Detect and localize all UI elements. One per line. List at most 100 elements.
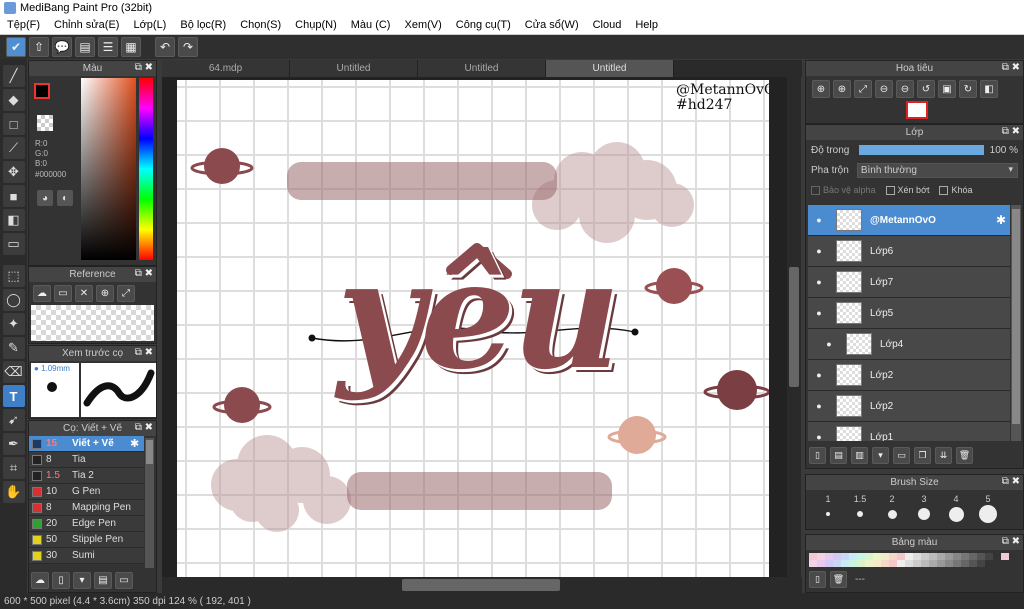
eraser-tool-icon[interactable]: ◆ <box>2 89 25 111</box>
color-settings-icon[interactable]: ◐ <box>57 190 73 206</box>
palette-swatch[interactable] <box>985 553 993 560</box>
blend-mode-select[interactable]: Bình thường ▾ <box>856 162 1018 178</box>
select-eraser-tool-icon[interactable]: ⌫ <box>2 361 25 383</box>
palette-swatch[interactable] <box>945 553 953 560</box>
palette-swatch[interactable] <box>865 553 873 560</box>
cloud-brush-icon[interactable]: ☁ <box>31 572 49 589</box>
eyedropper-tool-icon[interactable]: ⌗ <box>2 457 25 479</box>
merge-layer-icon[interactable]: ⇊ <box>935 447 952 464</box>
operation-tool-icon[interactable]: ➹ <box>2 409 25 431</box>
palette-swatch[interactable] <box>929 553 937 560</box>
palette-swatch[interactable] <box>889 560 897 567</box>
palette-swatch[interactable] <box>833 553 841 560</box>
menu-file[interactable]: Tệp(F) <box>0 19 47 31</box>
palette-swatch[interactable] <box>977 560 985 567</box>
palette-swatch[interactable] <box>817 560 825 567</box>
visibility-eye-icon[interactable]: ● <box>812 277 826 287</box>
cloud-download-icon[interactable]: ☁ <box>33 285 51 302</box>
new-halftone-layer-icon[interactable]: ▤ <box>830 447 847 464</box>
layer-row[interactable]: ● Lớp4 <box>808 329 1010 360</box>
new-8bit-layer-icon[interactable]: ▥ <box>851 447 868 464</box>
size-option-4[interactable] <box>940 506 972 522</box>
clip-checkbox[interactable]: Xén bớt <box>885 185 929 195</box>
move-tool-icon[interactable]: ✥ <box>2 161 25 183</box>
panel-close-icon[interactable]: ⧉ ✖ <box>1002 62 1020 73</box>
palette-swatch[interactable] <box>945 560 953 567</box>
foreground-color-swatch[interactable] <box>34 83 50 99</box>
palette-swatch[interactable] <box>881 560 889 567</box>
palette-swatch[interactable] <box>921 560 929 567</box>
magic-wand-tool-icon[interactable]: ✦ <box>2 313 25 335</box>
palette-swatch[interactable] <box>889 553 897 560</box>
palette-swatch[interactable] <box>825 553 833 560</box>
palette-swatch[interactable] <box>929 560 937 567</box>
add-layer-menu-icon[interactable]: ▾ <box>872 447 889 464</box>
new-folder-icon[interactable]: ▭ <box>893 447 910 464</box>
layer-row[interactable]: ● Lớp2 <box>808 360 1010 391</box>
palette-swatch[interactable] <box>905 553 913 560</box>
redo-icon[interactable]: ↷ <box>178 37 198 57</box>
layer-row[interactable]: ● Lớp2 <box>808 391 1010 422</box>
actual-size-icon[interactable]: ▣ <box>938 80 956 98</box>
palette-swatch[interactable] <box>961 553 969 560</box>
tab-untitled-2[interactable]: Untitled <box>418 60 546 77</box>
protect-alpha-checkbox[interactable]: Bảo vệ alpha <box>811 185 876 195</box>
panel-close-icon[interactable]: ⧉ ✖ <box>135 62 153 73</box>
palette-swatch[interactable] <box>809 560 817 567</box>
brush-row[interactable]: 10 G Pen <box>29 484 144 500</box>
layer-row[interactable]: ● @MetannOvO ✱ <box>808 205 1010 236</box>
palette-swatch[interactable] <box>825 560 833 567</box>
tab-untitled-1[interactable]: Untitled <box>290 60 418 77</box>
size-option-1-5[interactable] <box>844 511 876 517</box>
menu-window[interactable]: Cửa sổ(W) <box>518 19 586 31</box>
menu-layer[interactable]: Lớp(L) <box>126 19 173 31</box>
palette-swatches[interactable] <box>809 553 1009 567</box>
brush-settings-icon[interactable]: ▤ <box>94 572 112 589</box>
close-icon[interactable]: ✕ <box>75 285 93 302</box>
menu-select[interactable]: Chọn(S) <box>233 19 288 31</box>
palette-swatch[interactable] <box>993 553 1001 560</box>
menu-cloud[interactable]: Cloud <box>586 19 629 31</box>
palette-swatch[interactable] <box>865 560 873 567</box>
share-icon[interactable]: ⇧ <box>29 37 49 57</box>
palette-swatch[interactable] <box>913 560 921 567</box>
tab-untitled-3[interactable]: Untitled <box>546 60 674 77</box>
list-icon[interactable]: ☰ <box>98 37 118 57</box>
zoom-out-2-icon[interactable]: ⊖ <box>896 80 914 98</box>
layer-row[interactable]: ● Lớp7 <box>808 267 1010 298</box>
layer-row[interactable]: ● Lớp5 <box>808 298 1010 329</box>
saturation-value-picker[interactable] <box>81 78 136 260</box>
line-tool-icon[interactable]: ⟋ <box>2 137 25 159</box>
drawing-canvas[interactable]: @MetannOvO #hd247 yêu <box>177 80 769 577</box>
bucket-tool-icon[interactable]: ◧ <box>2 209 25 231</box>
palette-swatch[interactable] <box>841 553 849 560</box>
pen-tool-icon[interactable]: ✒ <box>2 433 25 455</box>
palette-swatch[interactable] <box>873 560 881 567</box>
flip-icon[interactable]: ◧ <box>980 80 998 98</box>
rotate-left-icon[interactable]: ↺ <box>917 80 935 98</box>
brush-row[interactable]: 15 Viết + Vẽ ✱ <box>29 436 144 452</box>
palette-swatch[interactable] <box>977 553 985 560</box>
zoom-out-icon[interactable]: ⊖ <box>875 80 893 98</box>
palette-swatch[interactable] <box>897 553 905 560</box>
size-option-5[interactable] <box>972 505 1004 523</box>
visibility-eye-icon[interactable]: ● <box>812 308 826 318</box>
layer-row[interactable]: ● Lớp1 <box>808 422 1010 441</box>
visibility-eye-icon[interactable]: ● <box>812 370 826 380</box>
canvas-vertical-scrollbar[interactable] <box>787 77 801 577</box>
size-option-2[interactable] <box>876 509 908 519</box>
palette-swatch[interactable] <box>873 553 881 560</box>
zoom-icon[interactable]: ⊕ <box>96 285 114 302</box>
gradient-tool-icon[interactable]: ▭ <box>2 233 25 255</box>
brush-row[interactable]: 8 Tia <box>29 452 144 468</box>
visibility-eye-icon[interactable]: ● <box>812 246 826 256</box>
palette-swatch[interactable] <box>937 553 945 560</box>
palette-icon[interactable]: ◕ <box>37 190 53 206</box>
palette-swatch[interactable] <box>969 553 977 560</box>
delete-layer-icon[interactable]: 🗑 <box>956 447 973 464</box>
text-tool-icon[interactable]: T <box>2 385 25 407</box>
palette-swatch[interactable] <box>953 560 961 567</box>
palette-swatch[interactable] <box>857 553 865 560</box>
brush-row[interactable]: 30 Sumi <box>29 548 144 564</box>
menu-edit[interactable]: Chỉnh sửa(E) <box>47 19 126 31</box>
